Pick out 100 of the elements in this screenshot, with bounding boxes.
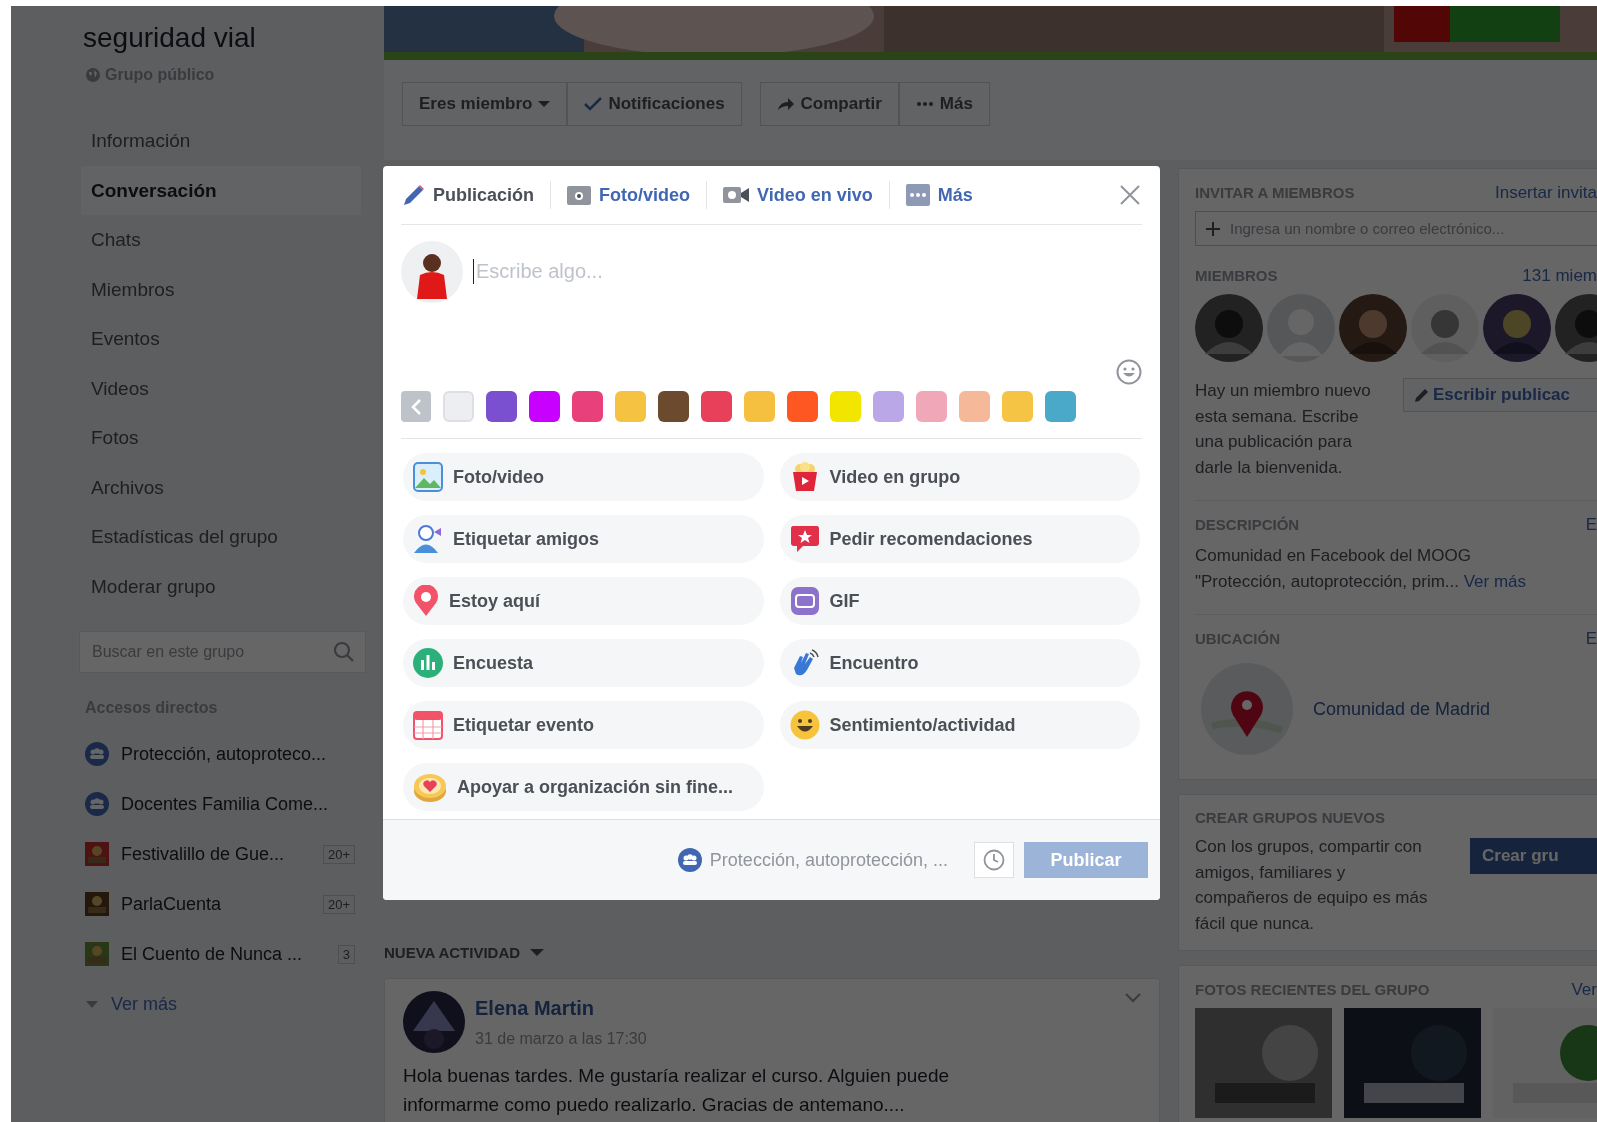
- option-button[interactable]: GIF: [779, 577, 1140, 625]
- edit-link[interactable]: E: [1585, 515, 1597, 535]
- background-swatch[interactable]: [916, 391, 947, 422]
- background-swatch[interactable]: [787, 391, 818, 422]
- poll-icon: [413, 648, 443, 678]
- group-icon: [85, 792, 109, 816]
- option-button[interactable]: Apoyar a organización sin fine...: [403, 763, 764, 811]
- background-swatch[interactable]: [572, 391, 603, 422]
- speech-bubble-icon: [789, 524, 820, 554]
- action-button[interactable]: Notificaciones: [567, 82, 742, 126]
- option-button[interactable]: Etiquetar evento: [403, 701, 764, 749]
- background-swatch[interactable]: [701, 391, 732, 422]
- create-text: Con los grupos, compartir con amigos, familiares y compañeros de equipo es más fácil que nunca.: [1195, 836, 1429, 935]
- option-button[interactable]: Sentimiento/actividad: [779, 701, 1140, 749]
- nav-item[interactable]: Información: [81, 116, 361, 166]
- shortcut-link[interactable]: ParlaCuenta: [121, 893, 311, 915]
- option-button[interactable]: Encuesta: [403, 639, 764, 687]
- camera-icon: [567, 185, 592, 205]
- audience-label[interactable]: Protección, autoprotección, ...: [709, 849, 948, 871]
- nav-item[interactable]: Archivos: [81, 462, 361, 512]
- option-button[interactable]: Encuentro: [779, 639, 1140, 687]
- group-icon: [677, 848, 702, 872]
- see-more-link[interactable]: Ver más: [1463, 571, 1527, 591]
- action-button[interactable]: Eres miembro: [402, 82, 568, 126]
- description-text: Comunidad en Facebook del MOOG "Protección, autoprotección, prim... Ver más: [1195, 545, 1528, 593]
- option-button[interactable]: Etiquetar amigos: [403, 515, 764, 563]
- background-swatch[interactable]: [1045, 391, 1076, 422]
- group-title: seguridad vial: [82, 22, 257, 54]
- location-link[interactable]: Comunidad de Madrid: [1313, 698, 1491, 720]
- action-button[interactable]: Compartir: [759, 82, 899, 126]
- more-icon: [905, 184, 930, 206]
- shortcut-link[interactable]: Protección, autoproteco...: [121, 743, 355, 765]
- members-text: Hay un miembro nuevo esta semana. Escribe una publicación para darle la bienvenida.: [1195, 380, 1372, 479]
- background-swatch[interactable]: [443, 391, 474, 422]
- composer-tab[interactable]: Foto/video: [551, 175, 707, 215]
- nav-item[interactable]: Moderar grupo: [81, 561, 361, 611]
- nav-item[interactable]: Fotos: [81, 413, 361, 463]
- write-post-button[interactable]: Escribir publicac: [1403, 378, 1597, 412]
- location-pin-icon: [413, 585, 439, 617]
- share-icon: [776, 97, 795, 111]
- background-swatch[interactable]: [615, 391, 646, 422]
- publish-button[interactable]: Publicar: [1024, 842, 1148, 878]
- close-icon[interactable]: [1120, 185, 1140, 205]
- nav-item[interactable]: Eventos: [81, 314, 361, 364]
- author-link[interactable]: Elena Martin: [475, 997, 1115, 1020]
- section-title: NUEVA ACTIVIDAD: [384, 943, 521, 961]
- background-swatch[interactable]: [873, 391, 904, 422]
- group-icon: [85, 742, 109, 766]
- globe-icon: [85, 67, 101, 83]
- composer-tab[interactable]: Video en vivo: [707, 175, 889, 215]
- see-all-link[interactable]: Ver: [1571, 980, 1597, 1000]
- schedule-button[interactable]: [974, 842, 1014, 878]
- chevron-icon[interactable]: [1125, 993, 1141, 1003]
- create-group-button[interactable]: Crear gru: [1470, 838, 1597, 874]
- clock-icon: [983, 849, 1005, 871]
- nav-item[interactable]: Miembros: [81, 264, 361, 314]
- search-icon: [333, 641, 355, 663]
- nav-item[interactable]: Conversación: [81, 165, 361, 215]
- background-swatch[interactable]: [658, 391, 689, 422]
- see-more-link[interactable]: Ver más: [111, 993, 178, 1015]
- pencil-icon: [1414, 387, 1429, 403]
- person-icon: [413, 524, 443, 554]
- nav-item[interactable]: Chats: [81, 215, 361, 265]
- back-arrow-button[interactable]: [401, 391, 431, 422]
- plus-icon: [1206, 221, 1220, 236]
- smiley-icon: [789, 710, 820, 740]
- background-swatch[interactable]: [744, 391, 775, 422]
- nav-item[interactable]: Estadísticas del grupo: [81, 512, 361, 562]
- caret-icon: [538, 100, 551, 108]
- heart-coin-icon: [413, 771, 447, 803]
- option-button[interactable]: Estoy aquí: [403, 577, 764, 625]
- gif-icon: [789, 586, 820, 616]
- composer-tab[interactable]: Publicación: [401, 175, 551, 215]
- option-button[interactable]: Pedir recomendaciones: [779, 515, 1140, 563]
- count-badge: 3: [337, 944, 355, 964]
- shortcut-link[interactable]: Festivalillo de Gue...: [121, 843, 311, 865]
- caret-icon: [85, 999, 99, 1009]
- invite-link[interactable]: Insertar invita: [1494, 183, 1597, 203]
- photo-icon: [413, 462, 443, 492]
- background-swatch[interactable]: [1002, 391, 1033, 422]
- members-count-link[interactable]: 131 miem: [1522, 266, 1597, 286]
- background-swatch[interactable]: [830, 391, 861, 422]
- background-swatch[interactable]: [529, 391, 560, 422]
- count-badge: 20+: [322, 894, 355, 914]
- check-icon: [584, 97, 603, 111]
- video-camera-icon: [723, 186, 750, 204]
- nav-item[interactable]: Videos: [81, 363, 361, 413]
- post-text: Hola buenas tardes. Me gustaría realizar el curso. Alguien puede informarme como puedo realizarlo. Gracias de antemano....: [403, 1064, 951, 1117]
- count-badge: 20+: [322, 844, 355, 864]
- caret-icon: [530, 947, 545, 957]
- shortcut-link[interactable]: Docentes Familia Come...: [121, 793, 355, 815]
- background-swatch[interactable]: [959, 391, 990, 422]
- edit-link[interactable]: E: [1585, 629, 1597, 649]
- option-button[interactable]: Video en grupo: [779, 453, 1140, 501]
- option-button[interactable]: Foto/video: [403, 453, 764, 501]
- background-swatch[interactable]: [486, 391, 517, 422]
- emoji-icon[interactable]: [1116, 359, 1142, 385]
- action-button[interactable]: Más: [898, 82, 990, 126]
- shortcut-link[interactable]: El Cuento de Nunca ...: [121, 943, 326, 965]
- composer-tab[interactable]: Más: [889, 175, 989, 215]
